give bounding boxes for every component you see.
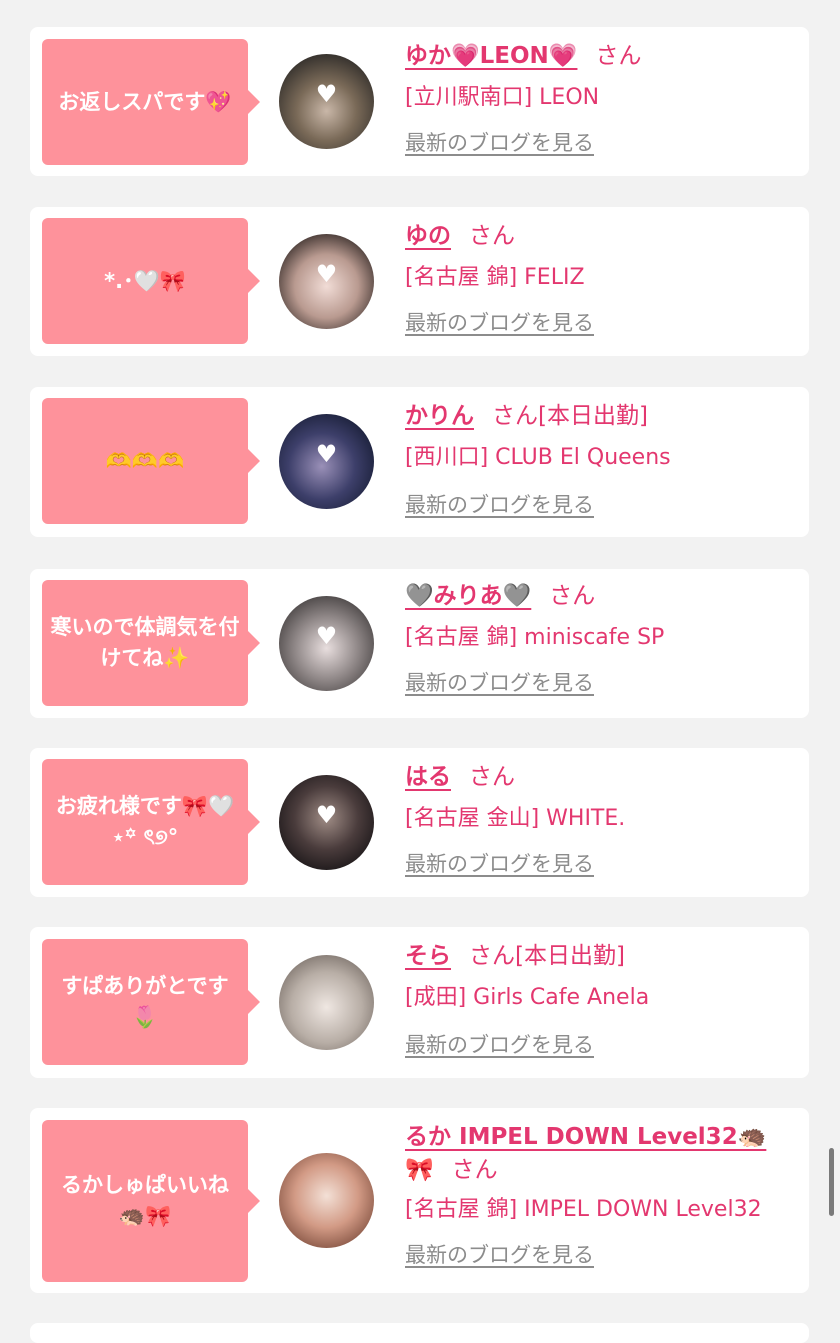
shop-label: [名古屋 金山] WHITE. <box>405 806 626 831</box>
name-line: そら さん[本日出勤] <box>405 941 801 971</box>
entry-info: そら さん[本日出勤] [成田] Girls Cafe Anela 最新のブログを… <box>405 941 801 1059</box>
name-line: 🩶みりあ🩶 さん <box>405 581 801 611</box>
list-item: すぱありがとです🌷 そら さん[本日出勤] [成田] Girls Cafe Ane… <box>30 927 809 1078</box>
heart-icon: ♥ <box>315 259 338 288</box>
entry-info: ゆか💗LEON💗 さん [立川駅南口] LEON 最新のブログを見る <box>405 41 801 157</box>
heart-icon: ♥ <box>315 621 338 650</box>
list-item: お疲れ様です🎀🤍⋆꙳ ৎ୭° ♥ はる さん [名古屋 金山] WHITE. 最新… <box>30 748 809 897</box>
cast-name-link[interactable]: ゆの <box>405 223 451 249</box>
name-line-continued: 🎀 さん <box>405 1155 801 1185</box>
entry-info: ゆの さん [名古屋 錦] FELIZ 最新のブログを見る <box>405 221 801 337</box>
avatar[interactable]: ♥ <box>279 596 374 691</box>
name-suffix: さん <box>549 583 596 609</box>
list-item: 🫶🫶🫶 ♥ かりん さん[本日出勤] [西川口] CLUB El Queens 最… <box>30 387 809 537</box>
name-line: ゆか💗LEON💗 さん <box>405 41 801 71</box>
shop-label: [名古屋 錦] IMPEL DOWN Level32 <box>405 1197 762 1222</box>
name-suffix: さん <box>469 764 515 790</box>
message-bubble: すぱありがとです🌷 <box>42 939 260 1065</box>
name-line: はる さん <box>405 762 801 792</box>
latest-blog-link[interactable]: 最新のブログを見る <box>405 850 594 878</box>
cast-name-link[interactable]: はる <box>405 764 451 790</box>
latest-blog-link[interactable]: 最新のブログを見る <box>405 669 594 697</box>
name-line: かりん さん[本日出勤] <box>405 401 801 431</box>
name-suffix: さん <box>469 223 515 249</box>
list-item-partial <box>30 1323 809 1343</box>
shop-label: [名古屋 錦] miniscafe SP <box>405 625 665 650</box>
message-bubble: るかしゅぱいいね🦔🎀 <box>42 1120 260 1282</box>
list-item: るかしゅぱいいね🦔🎀 るか IMPEL DOWN Level32🦔 🎀 さん [名… <box>30 1108 809 1293</box>
shop-label: [立川駅南口] LEON <box>405 85 600 110</box>
entry-info: 🩶みりあ🩶 さん [名古屋 錦] miniscafe SP 最新のブログを見る <box>405 581 801 697</box>
scrollbar[interactable] <box>829 1148 834 1216</box>
message-bubble: お疲れ様です🎀🤍⋆꙳ ৎ୭° <box>42 759 260 885</box>
avatar[interactable]: ♥ <box>279 414 374 509</box>
latest-blog-link[interactable]: 最新のブログを見る <box>405 309 594 337</box>
entry-info: るか IMPEL DOWN Level32🦔 🎀 さん [名古屋 錦] IMPEL… <box>405 1122 801 1269</box>
list-item: *.･🤍🎀 ♥ ゆの さん [名古屋 錦] FELIZ 最新のブログを見る <box>30 207 809 356</box>
message-bubble: 🫶🫶🫶 <box>42 398 260 524</box>
heart-icon: ♥ <box>315 79 338 108</box>
message-bubble: 寒いので体調気を付けてね✨ <box>42 580 260 706</box>
latest-blog-link[interactable]: 最新のブログを見る <box>405 491 594 519</box>
entry-info: かりん さん[本日出勤] [西川口] CLUB El Queens 最新のブログを… <box>405 401 801 519</box>
avatar[interactable] <box>279 955 374 1050</box>
avatar[interactable]: ♥ <box>279 54 374 149</box>
avatar[interactable]: ♥ <box>279 775 374 870</box>
cast-name-link[interactable]: るか IMPEL DOWN Level32🦔 <box>405 1124 766 1150</box>
name-suffix: さん <box>595 43 642 69</box>
name-line: るか IMPEL DOWN Level32🦔 <box>405 1122 801 1152</box>
name-suffix: さん <box>451 1157 498 1183</box>
heart-icon: ♥ <box>315 439 338 468</box>
shop-label: [西川口] CLUB El Queens <box>405 445 671 470</box>
cast-name-link[interactable]: そら <box>405 943 451 969</box>
list-item: 寒いので体調気を付けてね✨ ♥ 🩶みりあ🩶 さん [名古屋 錦] miniscaf… <box>30 569 809 718</box>
latest-blog-link[interactable]: 最新のブログを見る <box>405 1031 594 1059</box>
cast-name-link[interactable]: かりん <box>405 403 474 429</box>
name-suffix: さん[本日出勤] <box>469 943 625 969</box>
cast-name-link[interactable]: 🩶みりあ🩶 <box>405 583 531 609</box>
latest-blog-link[interactable]: 最新のブログを見る <box>405 1241 594 1269</box>
message-bubble: お返しスパです💖 <box>42 39 260 165</box>
name-suffix: さん[本日出勤] <box>492 403 648 429</box>
cast-name-link[interactable]: ゆか💗LEON💗 <box>405 43 577 69</box>
avatar[interactable] <box>279 1153 374 1248</box>
list-item: お返しスパです💖 ♥ ゆか💗LEON💗 さん [立川駅南口] LEON 最新のブロ… <box>30 27 809 176</box>
shop-label: [成田] Girls Cafe Anela <box>405 985 650 1010</box>
shop-label: [名古屋 錦] FELIZ <box>405 265 585 290</box>
name-line: ゆの さん <box>405 221 801 251</box>
latest-blog-link[interactable]: 最新のブログを見る <box>405 129 594 157</box>
entry-info: はる さん [名古屋 金山] WHITE. 最新のブログを見る <box>405 762 801 878</box>
avatar[interactable]: ♥ <box>279 234 374 329</box>
name-emoji: 🎀 <box>405 1157 434 1183</box>
message-bubble: *.･🤍🎀 <box>42 218 260 344</box>
heart-icon: ♥ <box>315 800 338 829</box>
